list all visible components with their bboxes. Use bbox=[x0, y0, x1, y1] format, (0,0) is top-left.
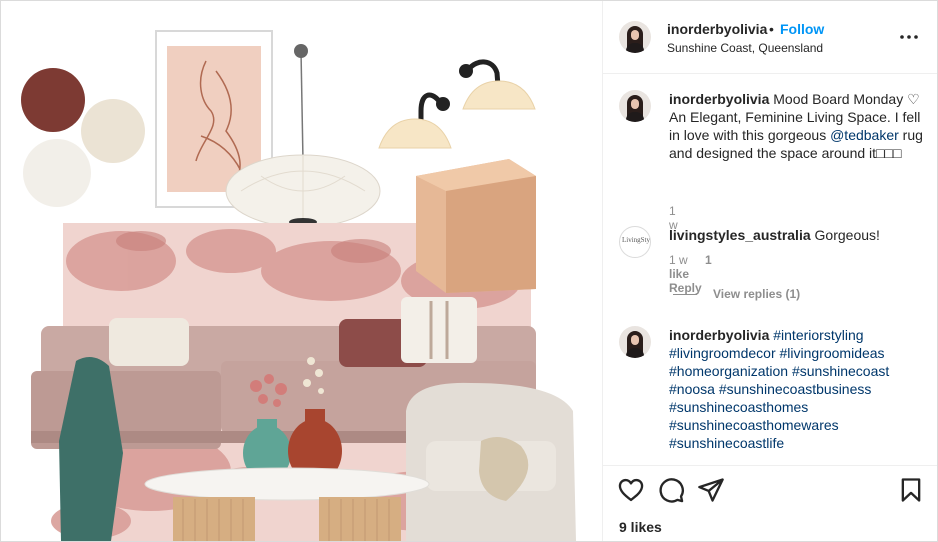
author-avatar[interactable] bbox=[619, 21, 651, 53]
heart-icon[interactable] bbox=[617, 476, 645, 504]
sconce-left-shade bbox=[378, 118, 452, 149]
action-bar: 9 likes bbox=[603, 465, 937, 541]
hashtag-link[interactable]: #livingroomideas bbox=[780, 345, 885, 361]
coffee-table-top bbox=[144, 467, 430, 501]
author-username[interactable]: inorderbyolivia bbox=[667, 21, 767, 37]
hashtag-link[interactable]: #sunshinecoastlife bbox=[669, 435, 784, 451]
separator-dot: • bbox=[769, 21, 774, 37]
comment-username[interactable]: inorderbyolivia bbox=[669, 91, 769, 107]
hashtag-link[interactable]: #sunshinecoastbusiness bbox=[719, 381, 872, 397]
like-count[interactable]: 9 likes bbox=[619, 519, 662, 535]
mention-link[interactable]: @tedbaker bbox=[830, 127, 899, 143]
swatch-boucle bbox=[23, 139, 91, 207]
hashtag-link[interactable]: #interiorstyling bbox=[773, 327, 863, 343]
comment-body: Gorgeous! bbox=[814, 227, 880, 243]
swatch-cream bbox=[81, 99, 145, 163]
hashtag-link[interactable]: #sunshinecoast bbox=[792, 363, 889, 379]
comments-list: inorderbyolivia Mood Board Monday ♡ An E… bbox=[603, 74, 937, 464]
post-image[interactable] bbox=[1, 1, 603, 541]
sconce-right-mount bbox=[459, 64, 473, 78]
swatch-rust bbox=[21, 68, 85, 132]
pendant-canopy bbox=[294, 44, 308, 58]
hashtag-link[interactable]: #noosa bbox=[669, 381, 715, 397]
post-side-panel: inorderbyolivia • Follow Sunshine Coast,… bbox=[603, 1, 937, 541]
commenter-avatar[interactable]: LivingStyles bbox=[619, 226, 651, 258]
view-replies-label: View replies (1) bbox=[713, 287, 801, 301]
comment-username[interactable]: livingstyles_australia bbox=[669, 227, 811, 243]
hashtag-link[interactable]: #sunshinecoasthomewares bbox=[669, 417, 839, 433]
author-avatar[interactable] bbox=[619, 326, 651, 358]
post-location[interactable]: Sunshine Coast, Queensland bbox=[667, 41, 823, 55]
hashtag-link[interactable]: #homeorganization bbox=[669, 363, 788, 379]
comment-username[interactable]: inorderbyolivia bbox=[669, 327, 769, 343]
hashtag-link[interactable]: #sunshinecoasthomes bbox=[669, 399, 808, 415]
mood-board-illustration bbox=[21, 30, 576, 541]
view-replies-button[interactable]: View replies (1) bbox=[673, 287, 800, 301]
cushion-stripe bbox=[401, 297, 477, 363]
comment-icon[interactable] bbox=[657, 476, 685, 504]
hashtag-text: inorderbyolivia #interiorstyling #living… bbox=[669, 326, 924, 452]
caption-text: inorderbyolivia Mood Board Monday ♡ An E… bbox=[669, 90, 924, 162]
cushion-boucle bbox=[109, 318, 189, 366]
author-avatar[interactable] bbox=[619, 90, 651, 122]
follow-button[interactable]: Follow bbox=[780, 21, 824, 37]
bookmark-icon[interactable] bbox=[897, 476, 925, 504]
post-modal: inorderbyolivia • Follow Sunshine Coast,… bbox=[0, 0, 938, 542]
post-header: inorderbyolivia • Follow Sunshine Coast,… bbox=[603, 1, 937, 74]
more-horizontal-icon[interactable] bbox=[899, 27, 919, 47]
sconce-left-mount bbox=[436, 97, 450, 111]
comment-text: livingstyles_australia Gorgeous! bbox=[669, 226, 924, 244]
share-icon[interactable] bbox=[697, 476, 725, 504]
sconce-right-shade bbox=[462, 80, 536, 110]
hashtag-link[interactable]: #livingroomdecor bbox=[669, 345, 776, 361]
avatar-logo-text: LivingStyles bbox=[622, 236, 651, 244]
replies-divider bbox=[673, 294, 697, 296]
pendant-cord bbox=[300, 50, 304, 162]
comment-time[interactable]: 1 w bbox=[669, 253, 688, 267]
